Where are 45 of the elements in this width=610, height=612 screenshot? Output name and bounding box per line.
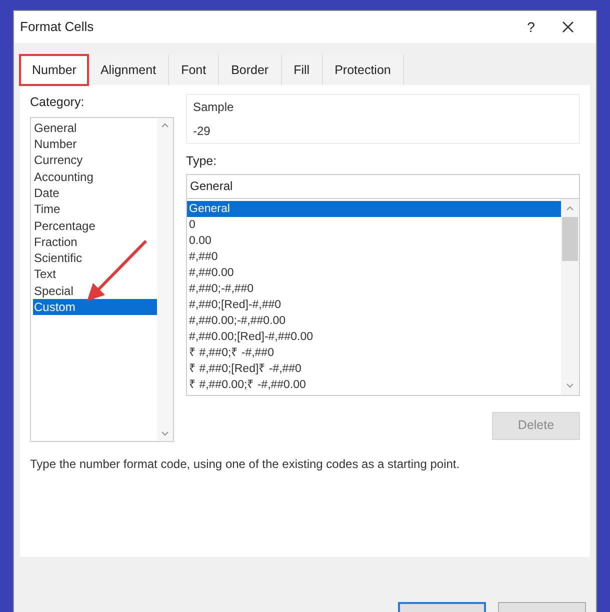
- category-item[interactable]: Number: [33, 136, 157, 152]
- scroll-thumb[interactable]: [562, 216, 578, 261]
- sample-label: Sample: [193, 99, 235, 116]
- scrollbar[interactable]: [561, 198, 579, 395]
- description-text: Type the number format code, using one of the existing codes as a starting point.: [30, 456, 461, 473]
- scroll-down-icon[interactable]: [161, 430, 169, 437]
- type-item[interactable]: #,##0;[Red]-#,##0: [187, 296, 561, 313]
- category-item[interactable]: Date: [33, 184, 157, 202]
- category-item[interactable]: Accounting: [33, 168, 157, 185]
- type-item[interactable]: #,##0: [187, 248, 561, 265]
- category-item[interactable]: General: [33, 120, 157, 136]
- type-item[interactable]: ₹ #,##0;₹ -#,##0: [187, 344, 561, 361]
- category-item[interactable]: Fraction: [33, 234, 157, 250]
- category-item[interactable]: Custom: [33, 299, 157, 316]
- type-list[interactable]: General 0 0.00 #,##0 #,##0.00 #,##0;-#,##0 #,##0;[Red]-#,##0 #,##0.00;-#,##0.00 #,##0.00;[Red]-#,##0.00 ₹ #,##0;₹ -#,##0 ₹ #,##0;[Red]₹ -#,##0 ₹ #,##0.00;₹ -#,##0.00: [186, 198, 580, 396]
- type-item[interactable]: #,##0;-#,##0: [187, 280, 561, 297]
- sample-value: -29: [193, 123, 212, 140]
- type-item[interactable]: General: [187, 200, 561, 217]
- tab[interactable]: Number: [20, 55, 88, 85]
- category-item[interactable]: Currency: [33, 152, 157, 169]
- type-field[interactable]: General: [186, 174, 580, 199]
- type-item[interactable]: 0: [187, 216, 561, 233]
- category-list[interactable]: General Number Currency Accounting Date Time Percentage Fraction Scientific Text Special Custom: [30, 116, 174, 442]
- category-item[interactable]: Percentage: [33, 218, 157, 234]
- window-title: Format Cells: [20, 18, 95, 36]
- scroll-up-icon[interactable]: [161, 122, 169, 128]
- category-item[interactable]: Scientific: [33, 250, 157, 266]
- dialog-button[interactable]: [498, 602, 586, 612]
- category-item[interactable]: Time: [33, 201, 157, 218]
- type-item[interactable]: #,##0.00;-#,##0.00: [187, 312, 561, 329]
- type-item[interactable]: #,##0.00;[Red]-#,##0.00: [187, 328, 561, 345]
- dialog-button[interactable]: [398, 602, 486, 612]
- type-item[interactable]: ₹ #,##0;[Red]₹ -#,##0: [187, 360, 561, 377]
- type-item[interactable]: #,##0.00: [187, 264, 561, 281]
- type-item[interactable]: 0.00: [187, 232, 561, 249]
- close-icon: [562, 21, 574, 33]
- scroll-up-icon[interactable]: [566, 204, 574, 211]
- category-item[interactable]: Special: [33, 282, 157, 300]
- category-label: Category:: [30, 94, 86, 111]
- help-button[interactable]: ?: [516, 13, 546, 41]
- category-item[interactable]: Text: [33, 266, 157, 283]
- type-label: Type:: [186, 153, 218, 170]
- type-item[interactable]: ₹ #,##0.00;₹ -#,##0.00: [187, 376, 561, 393]
- scrollbar[interactable]: [157, 118, 173, 441]
- scroll-down-icon[interactable]: [566, 382, 574, 389]
